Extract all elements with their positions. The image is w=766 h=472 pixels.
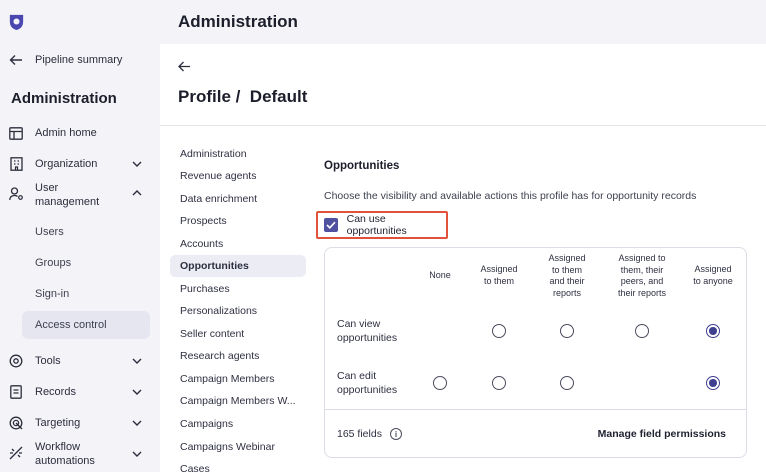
subnav-item[interactable]: Administration: [180, 148, 247, 160]
sidebar-title: Administration: [11, 90, 117, 107]
radio-option[interactable]: [560, 376, 574, 390]
column-header: Assigned to them, their peers, and their…: [617, 253, 667, 298]
subnav-item[interactable]: Research agents: [180, 350, 259, 362]
chevron-down-icon: [132, 420, 142, 426]
header-divider: [160, 125, 766, 126]
row-label: Can edit opportunities: [337, 370, 398, 396]
subnav-item[interactable]: Campaign Members: [180, 373, 275, 385]
chevron-down-icon: [132, 161, 142, 167]
subnav-item[interactable]: Campaigns Webinar: [180, 441, 275, 453]
chevron-up-icon: [132, 190, 142, 196]
workflow-icon: [8, 445, 24, 461]
subnav-item[interactable]: Personalizations: [180, 305, 257, 317]
arrow-left-icon: [9, 55, 22, 65]
chevron-down-icon: [132, 358, 142, 364]
row-label: Can view opportunities: [337, 318, 398, 344]
target-icon: [8, 415, 24, 431]
sidebar-item-label: Records: [35, 386, 76, 398]
subnav-item[interactable]: Accounts: [180, 238, 223, 250]
permissions-table: 165 fields i Manage field permissions No…: [324, 247, 747, 458]
sidebar-subitem-access-control[interactable]: Access control: [35, 319, 107, 331]
sidebar-item-label: Targeting: [35, 417, 81, 429]
column-header: Assigned to anyone: [693, 264, 733, 286]
column-header: Assigned to them and their reports: [548, 253, 586, 298]
sidebar: Pipeline summary Administration Admin ho…: [0, 0, 160, 472]
subnav-item[interactable]: Revenue agents: [180, 170, 256, 182]
chevron-down-icon: [132, 451, 142, 457]
column-header: Assigned to them: [480, 264, 518, 286]
fields-count-label: 165 fields: [337, 428, 382, 440]
user-gear-icon: [8, 186, 24, 202]
fields-count: 165 fields i: [337, 428, 402, 440]
subnav-item[interactable]: Campaigns: [180, 418, 233, 430]
subnav-item[interactable]: Cases: [180, 463, 210, 472]
sidebar-subitem-sign-in[interactable]: Sign-in: [35, 288, 69, 300]
radio-option[interactable]: [492, 376, 506, 390]
back-to-pipeline-link[interactable]: Pipeline summary: [9, 52, 122, 68]
sidebar-item-user-management[interactable]: User management: [8, 181, 150, 209]
radio-option[interactable]: [635, 324, 649, 338]
gear-icon: [8, 353, 24, 369]
can-use-opportunities-checkbox[interactable]: Can use opportunities: [316, 211, 448, 239]
radio-option[interactable]: [433, 376, 447, 390]
checkbox-label: Can use opportunities: [346, 213, 407, 237]
sidebar-item-admin-home[interactable]: Admin home: [8, 125, 150, 141]
column-header: None: [429, 270, 451, 280]
building-icon: [8, 156, 24, 172]
chevron-down-icon: [132, 389, 142, 395]
section-description: Choose the visibility and available acti…: [324, 190, 697, 202]
sidebar-item-label: User management: [35, 182, 100, 208]
sidebar-item-label: Organization: [35, 158, 98, 170]
manage-field-permissions-button[interactable]: Manage field permissions: [598, 428, 726, 440]
sidebar-item-label: Tools: [35, 355, 61, 367]
sidebar-item-workflow-automations[interactable]: Workflow automations: [8, 440, 150, 468]
radio-option[interactable]: [492, 324, 506, 338]
top-header: Administration: [160, 0, 766, 44]
info-icon[interactable]: i: [389, 428, 402, 440]
section-title: Opportunities: [324, 160, 400, 172]
sidebar-item-records[interactable]: Records: [8, 384, 150, 400]
page-title: Profile / Default: [178, 87, 308, 106]
subnav-item[interactable]: Data enrichment: [180, 193, 257, 205]
subnav-item[interactable]: Campaign Members W...: [180, 395, 296, 407]
sidebar-item-label: Workflow automations: [35, 441, 95, 467]
sidebar-subitem-users[interactable]: Users: [35, 226, 64, 238]
radio-option[interactable]: [560, 324, 574, 338]
sidebar-item-organization[interactable]: Organization: [8, 156, 150, 172]
app-logo-icon[interactable]: [7, 12, 26, 31]
back-arrow-icon[interactable]: [178, 61, 191, 72]
sidebar-item-label: Admin home: [35, 127, 97, 139]
document-icon: [8, 384, 24, 400]
layout-icon: [8, 125, 24, 141]
sidebar-item-tools[interactable]: Tools: [8, 353, 150, 369]
subnav-item[interactable]: Opportunities: [180, 260, 249, 272]
header-title: Administration: [178, 12, 298, 31]
radio-selected[interactable]: [706, 324, 720, 338]
subnav-item[interactable]: Purchases: [180, 283, 230, 295]
sidebar-item-targeting[interactable]: Targeting: [8, 415, 150, 431]
subnav-item[interactable]: Seller content: [180, 328, 244, 340]
subnav-item[interactable]: Prospects: [180, 215, 227, 227]
radio-selected[interactable]: [706, 376, 720, 390]
table-divider: [325, 409, 746, 410]
back-link-label: Pipeline summary: [35, 54, 123, 66]
checkbox-checked-icon[interactable]: [324, 218, 338, 232]
sidebar-subitem-groups[interactable]: Groups: [35, 257, 71, 269]
